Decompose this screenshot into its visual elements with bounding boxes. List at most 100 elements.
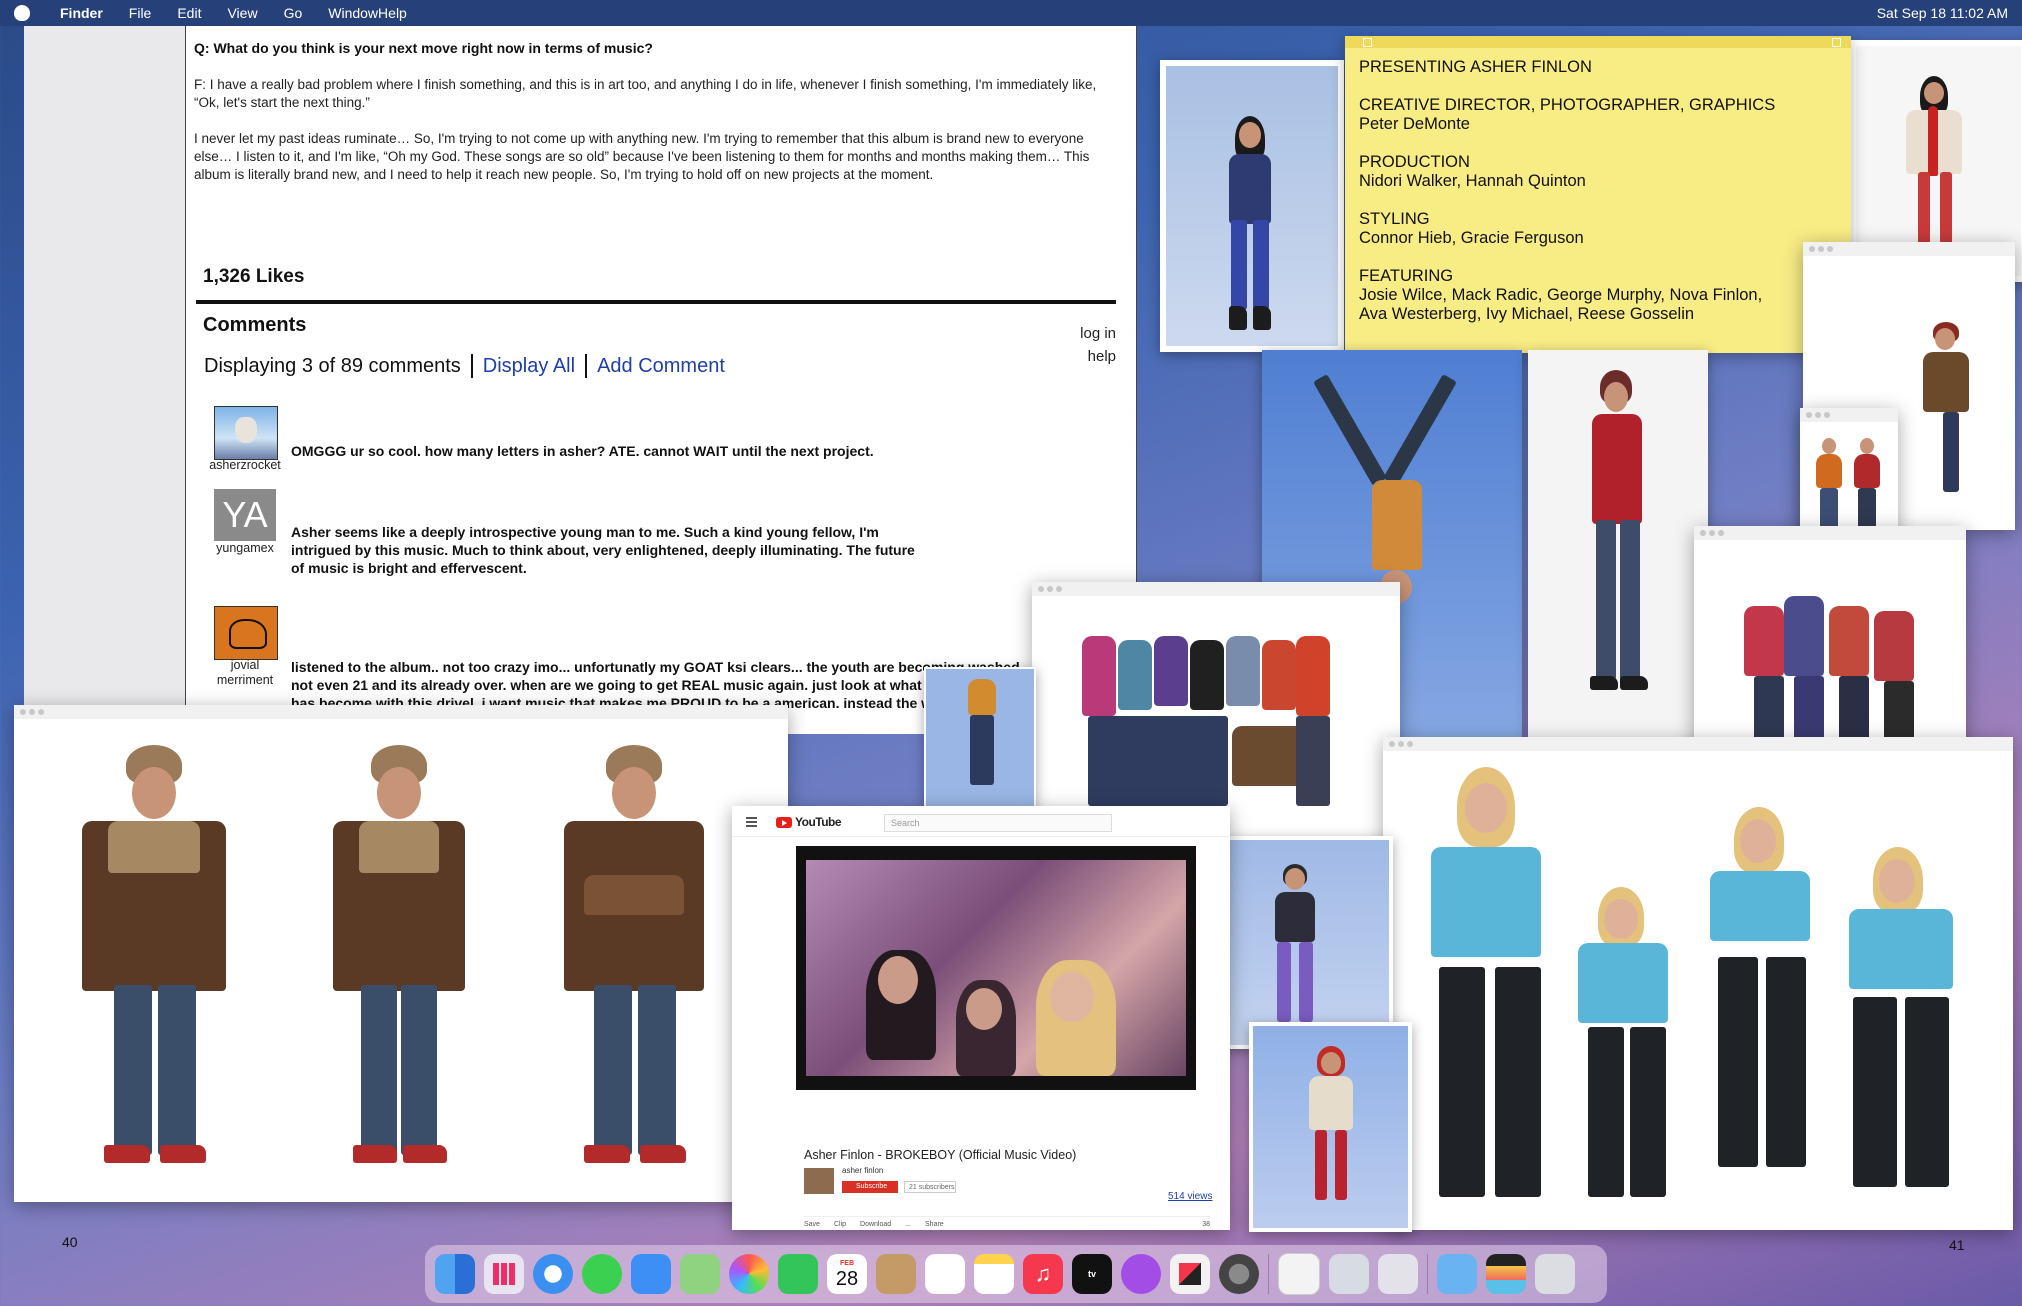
clapper-icon[interactable]: [1486, 1254, 1526, 1294]
avatar-initials[interactable]: YA: [214, 489, 276, 541]
mail-icon[interactable]: [631, 1254, 671, 1294]
channel-avatar[interactable]: [804, 1168, 834, 1194]
menu-view[interactable]: View: [227, 5, 257, 21]
photo-window-fur-coat-triptych[interactable]: [14, 705, 788, 1202]
close-icon[interactable]: [1363, 38, 1372, 47]
save-button[interactable]: Save: [804, 1221, 820, 1228]
window-titlebar: [1383, 737, 2013, 751]
credits-cd-label: CREATIVE DIRECTOR, PHOTOGRAPHER, GRAPHIC…: [1359, 96, 1776, 114]
news-icon[interactable]: [1170, 1254, 1210, 1294]
window-titlebar: [1032, 582, 1400, 596]
channel-name[interactable]: asher finlon: [842, 1166, 883, 1175]
contacts-icon[interactable]: [876, 1254, 916, 1294]
likes-count: 1,326 Likes: [203, 266, 305, 287]
subscribe-button[interactable]: Subscribe: [842, 1181, 898, 1193]
figure: [1082, 606, 1362, 826]
clip-button[interactable]: Clip: [834, 1221, 846, 1228]
photo-person-red-sweater[interactable]: [1528, 350, 1708, 740]
launchpad-icon[interactable]: [484, 1254, 524, 1294]
photo-window-two-people[interactable]: [1800, 408, 1898, 544]
comment-username[interactable]: jovial merriment: [204, 658, 286, 688]
avatar-horse-icon[interactable]: [214, 606, 278, 660]
safari-icon[interactable]: [533, 1254, 573, 1294]
folder-icon[interactable]: [1437, 1254, 1477, 1294]
credits-presenting: PRESENTING ASHER FINLON: [1359, 58, 1592, 76]
music-icon[interactable]: ♫: [1023, 1254, 1063, 1294]
comment-username[interactable]: asherzrocket: [204, 458, 286, 473]
credits-sticky-note[interactable]: PRESENTING ASHER FINLON CREATIVE DIRECTO…: [1345, 36, 1851, 353]
youtube-search-input[interactable]: Search: [884, 814, 1112, 832]
credits-cd-names: Peter DeMonte: [1359, 115, 1470, 133]
like-count[interactable]: 38: [1202, 1221, 1210, 1228]
account-links: log in help: [1080, 322, 1116, 368]
video-title[interactable]: Asher Finlon - BROKEBOY (Official Music …: [804, 1148, 1076, 1162]
notes-icon[interactable]: [974, 1254, 1014, 1294]
photo-woman-blue-outfit[interactable]: [1160, 60, 1344, 352]
help-link[interactable]: help: [1080, 345, 1116, 368]
figure: [1261, 864, 1331, 1034]
figure: [1852, 438, 1882, 533]
messages-icon[interactable]: [582, 1254, 622, 1294]
comment-username[interactable]: yungamex: [204, 541, 286, 556]
avatar-initials-text: YA: [222, 494, 268, 535]
photos-icon[interactable]: [729, 1254, 769, 1294]
youtube-window: YouTube Search Asher Finlon - BROKEBOY (…: [732, 806, 1230, 1230]
photo-upside-down[interactable]: [924, 667, 1036, 811]
calendar-month: FEB: [840, 1259, 854, 1267]
photo-window-blonde-poses[interactable]: [1383, 737, 2013, 1230]
download-button[interactable]: Download: [860, 1221, 891, 1228]
finder-icon[interactable]: [435, 1254, 475, 1294]
trash-icon[interactable]: [1535, 1254, 1575, 1294]
background-window: [24, 26, 186, 716]
preview-icon[interactable]: [1329, 1254, 1369, 1294]
apple-logo-icon[interactable]: [14, 5, 30, 21]
video-actions: Save Clip Download ... Share 38: [804, 1216, 1210, 1228]
comment-item: jovial merriment listened to the album..…: [204, 606, 1020, 729]
interview-answer-1: F: I have a really bad problem where I f…: [194, 77, 1097, 110]
page-number-right: 41: [1949, 1237, 1965, 1253]
figure: [1403, 767, 1573, 1217]
comment-text: OMGGG ur so cool. how many letters in as…: [291, 443, 874, 459]
view-count: 514 views: [1168, 1191, 1213, 1202]
menu-edit[interactable]: Edit: [177, 5, 201, 21]
section-divider: [196, 300, 1116, 304]
apple-tv-icon[interactable]: tv: [1072, 1254, 1112, 1294]
textedit-icon[interactable]: [1278, 1253, 1320, 1295]
separator: [470, 354, 473, 378]
photo-window-group-portrait[interactable]: [1032, 582, 1400, 836]
youtube-logo[interactable]: YouTube: [776, 815, 842, 829]
avatar-cat-icon[interactable]: [214, 406, 278, 460]
calendar-day: 28: [835, 1267, 859, 1290]
log-in-link[interactable]: log in: [1080, 322, 1116, 345]
note-title-strip: [1345, 36, 1851, 48]
interview-question: Q: What do you think is your next move r…: [194, 40, 653, 56]
more-button[interactable]: ...: [905, 1221, 911, 1228]
photo-woman-red-hood[interactable]: [1249, 1022, 1412, 1232]
add-comment-link[interactable]: Add Comment: [597, 355, 725, 378]
menu-file[interactable]: File: [129, 5, 152, 21]
calendar-icon[interactable]: FEB 28: [827, 1254, 867, 1294]
facetime-icon[interactable]: [778, 1254, 818, 1294]
menu-bar: Finder File Edit View Go WindowHelp Sat …: [0, 0, 2022, 26]
share-button[interactable]: Share: [925, 1221, 944, 1228]
blank-app-icon[interactable]: [1378, 1254, 1418, 1294]
video-player[interactable]: [796, 846, 1196, 1090]
reminders-icon[interactable]: [925, 1254, 965, 1294]
subscriber-count: 21 subscribers: [904, 1181, 956, 1193]
maps-icon[interactable]: [680, 1254, 720, 1294]
expand-icon[interactable]: [1832, 38, 1841, 47]
menu-window-help[interactable]: WindowHelp: [328, 5, 407, 21]
window-titlebar: [1803, 242, 2015, 256]
menu-go[interactable]: Go: [284, 5, 303, 21]
comment-item: YA yungamex Asher seems like a deeply in…: [204, 489, 964, 579]
system-preferences-icon[interactable]: [1219, 1254, 1259, 1294]
menubar-clock[interactable]: Sat Sep 18 11:02 AM: [1877, 5, 2008, 21]
figure: [1913, 322, 1983, 502]
video-frame: [806, 860, 1186, 1076]
display-all-link[interactable]: Display All: [483, 355, 575, 378]
menu-app-finder[interactable]: Finder: [60, 5, 103, 21]
page-number-left: 40: [62, 1234, 78, 1250]
credits-production-names: Nidori Walker, Hannah Quinton: [1359, 172, 1586, 190]
hamburger-menu-icon[interactable]: [746, 817, 757, 829]
podcasts-icon[interactable]: [1121, 1254, 1161, 1294]
